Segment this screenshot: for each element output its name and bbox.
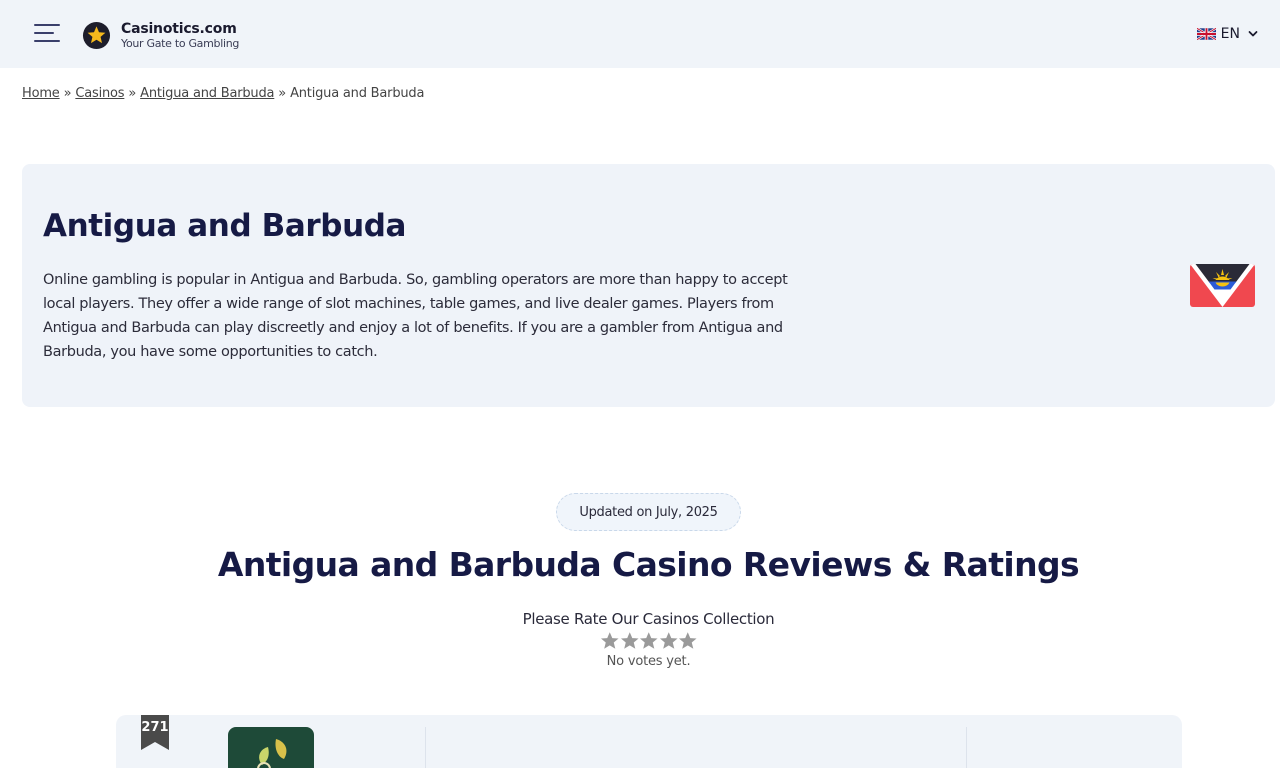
- breadcrumb-region[interactable]: Antigua and Barbuda: [140, 86, 274, 101]
- language-code: EN: [1220, 26, 1240, 42]
- site-header: Casinotics.com Your Gate to Gambling EN: [0, 0, 1280, 68]
- hero-banner: Antigua and Barbuda Online gambling is p…: [22, 164, 1275, 407]
- language-selector[interactable]: EN: [1196, 26, 1258, 42]
- leaf-logo-icon[interactable]: [228, 727, 314, 768]
- card-divider: [425, 727, 426, 768]
- rating-prompt: Please Rate Our Casinos Collection: [522, 610, 775, 628]
- updated-badge: Updated on July, 2025: [556, 493, 741, 531]
- breadcrumb-home[interactable]: Home: [22, 86, 60, 101]
- page-title: Antigua and Barbuda: [43, 208, 407, 244]
- logo-tagline: Your Gate to Gambling: [121, 36, 240, 50]
- rank-number: 271: [141, 720, 169, 735]
- section-title: Antigua and Barbuda Casino Reviews & Rat…: [217, 545, 1080, 584]
- breadcrumb: Home» Casinos» Antigua and Barbuda» Antigua…: [22, 86, 424, 101]
- no-votes-text: No votes yet.: [606, 654, 691, 669]
- hamburger-menu-icon[interactable]: [34, 24, 60, 44]
- star-rating[interactable]: [600, 631, 698, 651]
- star-icon[interactable]: [678, 631, 698, 651]
- casino-card[interactable]: 271: [116, 715, 1182, 768]
- uk-flag-icon: [1196, 28, 1216, 40]
- hero-description: Online gambling is popular in Antigua an…: [43, 272, 788, 360]
- antigua-barbuda-flag-icon: [1190, 264, 1255, 307]
- breadcrumb-casinos[interactable]: Casinos: [75, 86, 124, 101]
- rank-badge: 271: [141, 715, 169, 750]
- breadcrumb-separator: »: [63, 86, 72, 101]
- star-icon[interactable]: [659, 631, 679, 651]
- star-icon[interactable]: [620, 631, 640, 651]
- breadcrumb-separator: »: [128, 86, 137, 101]
- chevron-down-icon: [1248, 31, 1258, 37]
- breadcrumb-current: Antigua and Barbuda: [290, 86, 425, 101]
- star-icon[interactable]: [639, 631, 659, 651]
- site-logo[interactable]: Casinotics.com Your Gate to Gambling: [82, 19, 239, 51]
- star-icon[interactable]: [600, 631, 620, 651]
- star-logo-icon: [82, 21, 111, 49]
- card-divider: [966, 727, 967, 768]
- logo-name: Casinotics.com: [121, 20, 237, 37]
- breadcrumb-separator: »: [278, 86, 287, 101]
